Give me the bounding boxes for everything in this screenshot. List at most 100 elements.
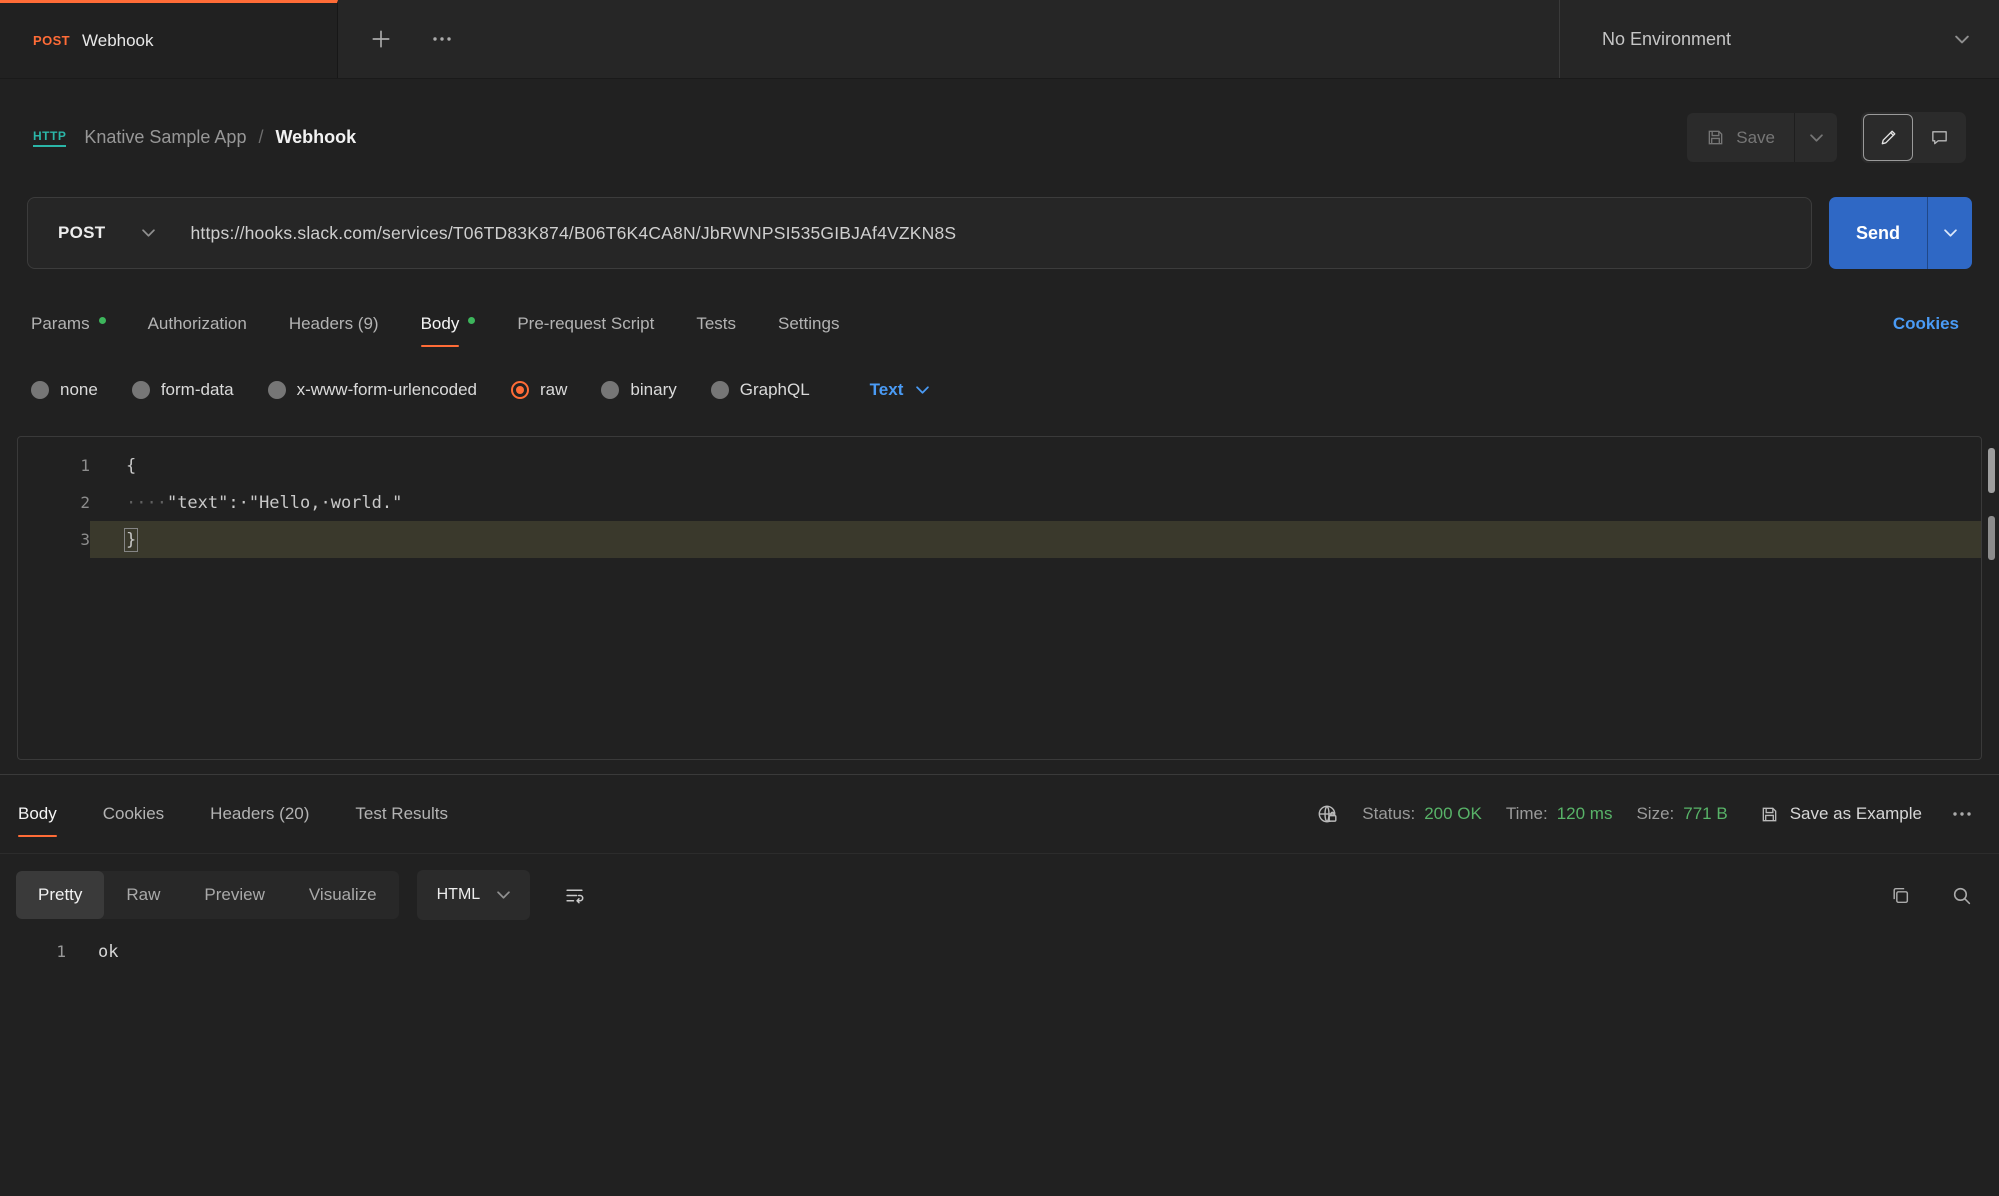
status-label: Status: <box>1362 804 1415 824</box>
body-type-form-data[interactable]: form-data <box>132 380 234 400</box>
radio-icon <box>268 381 286 399</box>
save-as-example-button[interactable]: Save as Example <box>1760 804 1922 824</box>
body-type-binary-label: binary <box>630 380 676 400</box>
chevron-down-icon <box>142 229 155 237</box>
response-tab-headers[interactable]: Headers (20) <box>210 804 309 824</box>
request-body-editor[interactable]: 1 { 2 ····"text":·"Hello,·world." 3 } <box>17 436 1982 760</box>
breadcrumb: Knative Sample App / Webhook <box>84 127 356 148</box>
response-tools <box>1890 885 1972 906</box>
chevron-down-icon <box>497 891 510 899</box>
tab-authorization-label: Authorization <box>148 314 247 334</box>
body-type-raw[interactable]: raw <box>511 380 567 400</box>
response-format-selector[interactable]: HTML <box>417 870 531 920</box>
more-dots-icon <box>432 35 452 43</box>
save-button[interactable]: Save <box>1687 113 1794 162</box>
send-button[interactable]: Send <box>1829 197 1927 269</box>
chevron-down-icon <box>1810 134 1823 142</box>
response-tab-test-results[interactable]: Test Results <box>355 804 448 824</box>
method-selector[interactable]: POST <box>28 223 191 243</box>
response-tab-cookies[interactable]: Cookies <box>103 804 164 824</box>
tab-pre-request-script[interactable]: Pre-request Script <box>517 314 654 334</box>
comment-button[interactable] <box>1915 114 1964 161</box>
editor-scrollbar-marker[interactable] <box>1988 516 1995 560</box>
mode-visualize-button[interactable]: Visualize <box>287 871 399 919</box>
url-input[interactable]: https://hooks.slack.com/services/T06TD83… <box>191 223 957 244</box>
green-dot-icon <box>99 317 106 324</box>
mode-pretty-button[interactable]: Pretty <box>16 871 104 919</box>
save-icon <box>1706 128 1725 147</box>
radio-icon <box>31 381 49 399</box>
search-response-button[interactable] <box>1951 885 1972 906</box>
tab-settings[interactable]: Settings <box>778 314 839 334</box>
response-header: Body Cookies Headers (20) Test Results S… <box>0 774 1999 854</box>
response-format-label: HTML <box>437 886 481 904</box>
wrap-text-icon <box>564 885 585 906</box>
mode-raw-button[interactable]: Raw <box>104 871 182 919</box>
status-group: Status: 200 OK <box>1362 804 1482 824</box>
breadcrumb-request-name[interactable]: Webhook <box>275 127 356 148</box>
response-line-number: 1 <box>0 942 66 962</box>
body-type-binary[interactable]: binary <box>601 380 676 400</box>
body-type-none[interactable]: none <box>31 380 98 400</box>
radio-icon <box>132 381 150 399</box>
save-options-button[interactable] <box>1795 113 1837 162</box>
tab-tests[interactable]: Tests <box>696 314 736 334</box>
body-type-graphql[interactable]: GraphQL <box>711 380 810 400</box>
editor-line: 2 ····"text":·"Hello,·world." <box>18 484 1981 521</box>
request-tabs: Params Authorization Headers (9) Body Pr… <box>0 292 1999 356</box>
tab-tests-label: Tests <box>696 314 736 334</box>
response-tab-body[interactable]: Body <box>18 804 57 824</box>
tab-bar: POST Webhook No Environment <box>0 0 1999 79</box>
raw-language-label: Text <box>870 380 904 400</box>
comment-icon <box>1930 128 1949 147</box>
tab-params-label: Params <box>31 314 90 334</box>
request-tab-webhook[interactable]: POST Webhook <box>0 0 338 78</box>
radio-icon <box>711 381 729 399</box>
tab-options-button[interactable] <box>432 35 452 43</box>
search-icon <box>1951 885 1972 906</box>
body-type-selector: none form-data x-www-form-urlencoded raw… <box>0 360 1999 420</box>
editor-line-highlighted: 3 } <box>18 521 1981 558</box>
save-icon <box>1760 805 1779 824</box>
mode-preview-button[interactable]: Preview <box>182 871 286 919</box>
tab-authorization[interactable]: Authorization <box>148 314 247 334</box>
copy-response-button[interactable] <box>1890 885 1911 906</box>
breadcrumb-collection[interactable]: Knative Sample App <box>84 127 246 148</box>
tab-method-label: POST <box>33 33 70 48</box>
send-options-button[interactable] <box>1928 197 1972 269</box>
network-globe-icon[interactable] <box>1316 803 1338 825</box>
tab-headers-label: Headers (9) <box>289 314 379 334</box>
response-line-text: ok <box>98 942 118 962</box>
body-type-raw-label: raw <box>540 380 567 400</box>
cookies-link[interactable]: Cookies <box>1893 314 1959 334</box>
time-value: 120 ms <box>1557 804 1613 824</box>
size-value: 771 B <box>1683 804 1727 824</box>
radio-selected-icon <box>511 381 529 399</box>
response-options-button[interactable] <box>1952 810 1972 818</box>
wrap-text-button[interactable] <box>550 870 598 920</box>
edit-button[interactable] <box>1863 114 1913 161</box>
environment-selector[interactable]: No Environment <box>1559 0 1999 78</box>
request-header: HTTP Knative Sample App / Webhook Save <box>0 79 1999 196</box>
tab-headers[interactable]: Headers (9) <box>289 314 379 334</box>
response-tab-body-label: Body <box>18 804 57 824</box>
size-group: Size: 771 B <box>1636 804 1727 824</box>
tab-title: Webhook <box>82 31 154 51</box>
editor-scrollbar-thumb[interactable] <box>1988 448 1995 493</box>
tab-body[interactable]: Body <box>421 314 476 334</box>
line-number: 2 <box>18 484 90 521</box>
tab-params[interactable]: Params <box>31 314 106 334</box>
save-button-group: Save <box>1687 113 1837 162</box>
raw-language-selector[interactable]: Text <box>870 380 930 400</box>
line-code-cursor: } <box>126 530 136 550</box>
edit-comment-group <box>1861 112 1966 163</box>
new-tab-button[interactable] <box>370 28 392 50</box>
body-type-form-data-label: form-data <box>161 380 234 400</box>
tab-actions <box>338 0 452 78</box>
green-dot-icon <box>468 317 475 324</box>
body-type-urlencoded[interactable]: x-www-form-urlencoded <box>268 380 477 400</box>
time-group: Time: 120 ms <box>1506 804 1613 824</box>
response-tabs: Body Cookies Headers (20) Test Results <box>18 804 448 824</box>
url-box: POST https://hooks.slack.com/services/T0… <box>27 197 1812 269</box>
line-code: { <box>126 456 136 476</box>
